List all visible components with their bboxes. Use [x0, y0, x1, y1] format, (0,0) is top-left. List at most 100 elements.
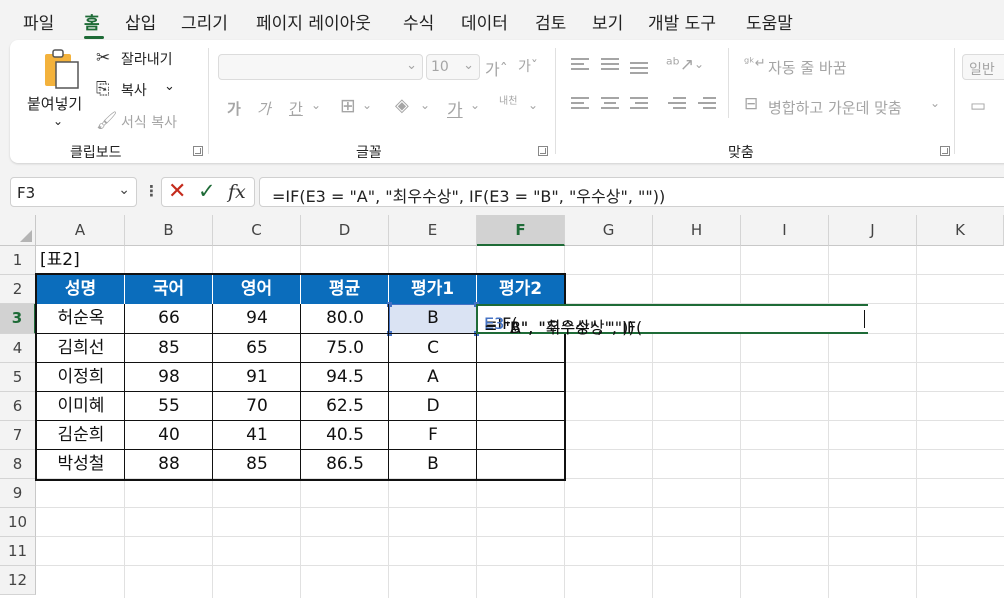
cut-button[interactable]: ✂ 잘라내기 — [96, 48, 186, 70]
format-painter-button[interactable]: 🖌 서식 복사 — [96, 111, 196, 133]
table-cell[interactable]: 이정희 — [37, 363, 125, 392]
row-header-10[interactable]: 10 — [0, 508, 36, 537]
table-cell[interactable]: 85 — [213, 450, 301, 479]
formula-input[interactable]: =IF(E3 = "A", "최우수상", IF(E3 = "B", "우수상"… — [259, 177, 1004, 207]
table-cell[interactable]: C — [389, 334, 477, 363]
align-center-icon[interactable] — [601, 97, 619, 111]
orientation-icon[interactable]: ᵃᵇ↗ — [666, 55, 694, 75]
paste-button[interactable]: 붙여넣기 ⌄ — [24, 48, 90, 128]
table-cell[interactable]: D — [389, 392, 477, 421]
chevron-down-icon[interactable]: ⌄ — [470, 98, 480, 112]
row-header-2[interactable]: 2 — [0, 275, 36, 304]
align-middle-icon[interactable] — [601, 58, 619, 72]
menu-developer[interactable]: 개발 도구 — [648, 9, 716, 34]
menu-formulas[interactable]: 수식 — [403, 9, 434, 34]
column-header-k[interactable]: K — [917, 215, 1004, 246]
table-cell[interactable]: 65 — [213, 334, 301, 363]
table-cell[interactable]: 40.5 — [301, 421, 389, 450]
worksheet-grid[interactable]: A B C D E F G H I J K 1 2 3 4 5 6 7 8 9 … — [0, 215, 1004, 598]
table-cell[interactable]: 박성철 — [37, 450, 125, 479]
menu-review[interactable]: 검토 — [535, 9, 566, 34]
menu-data[interactable]: 데이터 — [461, 9, 508, 34]
row-header-4[interactable]: 4 — [0, 334, 36, 363]
menu-home[interactable]: 홈 — [84, 9, 100, 34]
decrease-indent-icon[interactable] — [668, 97, 686, 111]
enter-icon[interactable]: ✓ — [198, 179, 216, 203]
chevron-down-icon[interactable]: ⌄ — [420, 98, 430, 112]
table-cell[interactable]: 김순희 — [37, 421, 125, 450]
font-size-select[interactable]: 10 ⌄ — [426, 54, 480, 80]
table-cell[interactable]: B — [389, 450, 477, 479]
phonetic-icon[interactable]: 내천 — [499, 96, 519, 107]
table-cell[interactable]: 이미혜 — [37, 392, 125, 421]
align-bottom-icon[interactable] — [630, 62, 648, 76]
menu-view[interactable]: 보기 — [592, 9, 623, 34]
name-box[interactable]: F3 ⌄ — [10, 177, 137, 207]
align-left-icon[interactable] — [571, 97, 589, 111]
menu-help[interactable]: 도움말 — [746, 9, 793, 34]
font-name-select[interactable]: ⌄ — [218, 54, 423, 80]
column-header-a[interactable]: A — [36, 215, 125, 246]
align-top-icon[interactable] — [571, 58, 589, 72]
column-header-b[interactable]: B — [125, 215, 213, 246]
clipboard-launcher-icon[interactable] — [193, 146, 203, 156]
table-cell[interactable]: 75.0 — [301, 334, 389, 363]
copy-button[interactable]: ⎘ 복사 ⌄ — [96, 79, 186, 101]
column-header-c[interactable]: C — [213, 215, 301, 246]
border-icon[interactable]: ⊞ — [340, 95, 356, 117]
more-options-icon[interactable]: ⋮ — [144, 182, 159, 200]
table-cell[interactable]: 62.5 — [301, 392, 389, 421]
column-header-d[interactable]: D — [301, 215, 389, 246]
table-cell[interactable]: 94.5 — [301, 363, 389, 392]
chevron-down-icon[interactable]: ⌄ — [311, 98, 321, 112]
table-cell[interactable]: 86.5 — [301, 450, 389, 479]
row-header-8[interactable]: 8 — [0, 450, 36, 479]
table-cell[interactable]: 66 — [125, 304, 213, 333]
table-cell[interactable]: 41 — [213, 421, 301, 450]
chevron-down-icon[interactable]: ⌄ — [528, 98, 538, 112]
select-all-button[interactable] — [0, 215, 36, 246]
row-header-1[interactable]: 1 — [0, 246, 36, 275]
header-cell-english[interactable]: 영어 — [213, 275, 301, 304]
column-header-h[interactable]: H — [653, 215, 741, 246]
font-color-icon[interactable]: 가 — [447, 96, 463, 121]
row-header-7[interactable]: 7 — [0, 421, 36, 450]
table-cell[interactable]: 김희선 — [37, 334, 125, 363]
table-cell[interactable]: 94 — [213, 304, 301, 333]
row-header-11[interactable]: 11 — [0, 537, 36, 566]
column-header-f[interactable]: F — [477, 215, 565, 246]
column-header-e[interactable]: E — [389, 215, 477, 246]
align-right-icon[interactable] — [630, 97, 648, 111]
table-cell[interactable]: 88 — [125, 450, 213, 479]
row-header-12[interactable]: 12 — [0, 566, 36, 595]
menu-file[interactable]: 파일 — [23, 9, 54, 34]
bold-icon[interactable]: 가 — [227, 98, 241, 119]
header-cell-average[interactable]: 평균 — [301, 275, 389, 304]
chevron-down-icon[interactable]: ⌄ — [694, 57, 704, 71]
chevron-down-icon[interactable]: ⌄ — [53, 114, 63, 128]
table-cell[interactable]: 40 — [125, 421, 213, 450]
table-cell[interactable]: 91 — [213, 363, 301, 392]
menu-insert[interactable]: 삽입 — [125, 9, 156, 34]
header-cell-korean[interactable]: 국어 — [125, 275, 213, 304]
table-cell[interactable]: 70 — [213, 392, 301, 421]
wrap-text-button[interactable]: ᵍᵏ↵ 자동 줄 바꿈 — [744, 56, 884, 78]
table-cell[interactable]: 허순옥 — [37, 304, 125, 333]
number-format-select[interactable]: 일반 — [962, 54, 1004, 80]
italic-icon[interactable]: 가 — [257, 98, 271, 119]
table-cell[interactable]: 55 — [125, 392, 213, 421]
column-header-i[interactable]: I — [741, 215, 829, 246]
row-header-3[interactable]: 3 — [0, 304, 36, 334]
underline-icon[interactable]: 간 — [289, 98, 303, 119]
merge-center-button[interactable]: ⊟ 병합하고 가운데 맞춤 ⌄ — [744, 94, 944, 118]
header-cell-eval2[interactable]: 평가2 — [477, 275, 564, 304]
menu-page-layout[interactable]: 페이지 레이아웃 — [256, 9, 371, 34]
table-cell[interactable]: B — [389, 304, 477, 333]
alignment-launcher-icon[interactable] — [940, 146, 950, 156]
column-header-j[interactable]: J — [829, 215, 917, 246]
insert-function-icon[interactable]: fx — [228, 181, 246, 203]
currency-icon[interactable]: ▭ — [970, 96, 986, 116]
active-cell-editor[interactable]: =IF(E3 = "A", "최우수상", IF(E3 = "B", "우수상"… — [476, 304, 868, 337]
table-cell[interactable]: F — [389, 421, 477, 450]
row-header-9[interactable]: 9 — [0, 479, 36, 508]
